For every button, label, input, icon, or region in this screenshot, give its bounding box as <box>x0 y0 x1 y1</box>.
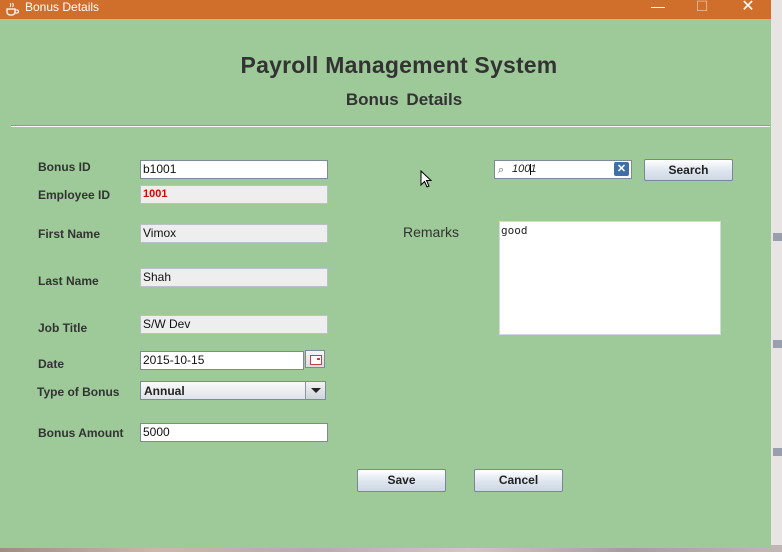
header-separator <box>11 126 770 127</box>
close-icon: ✕ <box>741 0 755 15</box>
clear-x-icon[interactable]: ✕ <box>614 162 629 176</box>
minimize-button[interactable]: — <box>644 0 672 16</box>
job-title-field: S/W Dev <box>140 315 328 334</box>
date-label: Date <box>38 357 65 371</box>
first-name-field: Vimox <box>140 224 328 243</box>
desktop-fragment <box>773 233 782 241</box>
save-button[interactable]: Save <box>357 469 446 492</box>
remarks-textarea[interactable]: good <box>499 221 721 335</box>
bonus-details-window: Bonus Details — ☐ ✕ Payroll Management S… <box>0 0 771 548</box>
search-button[interactable]: Search <box>644 159 733 181</box>
bonus-amount-input[interactable]: 5000 <box>140 423 328 442</box>
bonus-id-label: Bonus ID <box>38 160 91 174</box>
remarks-label: Remarks <box>403 224 460 240</box>
type-of-bonus-select[interactable]: Annual <box>140 381 326 400</box>
maximize-button[interactable]: ☐ <box>688 0 716 16</box>
desktop-fragment <box>773 340 782 348</box>
chevron-down-icon[interactable] <box>305 382 325 399</box>
first-name-label: First Name <box>38 227 101 241</box>
desktop-fragment <box>773 448 782 456</box>
date-picker-button[interactable] <box>305 350 325 368</box>
desktop-background-right <box>771 0 782 552</box>
type-of-bonus-label: Type of Bonus <box>37 385 120 399</box>
text-caret <box>530 164 531 175</box>
java-coffee-cup-icon <box>6 2 19 16</box>
window-title: Bonus Details <box>25 0 100 14</box>
window-titlebar[interactable]: Bonus Details — ☐ ✕ <box>0 0 771 19</box>
last-name-field: Shah <box>140 268 328 287</box>
last-name-label: Last Name <box>38 274 99 288</box>
job-title-label: Job Title <box>38 321 88 335</box>
close-button[interactable]: ✕ <box>734 0 762 16</box>
magnifier-icon: ⌕ <box>498 164 505 176</box>
employee-id-field: 1001 <box>140 185 328 204</box>
page-subtitle: Bonus Details <box>345 90 463 109</box>
maximize-icon: ☐ <box>695 0 709 14</box>
employee-id-label: Employee ID <box>38 188 111 202</box>
date-input[interactable]: 2015-10-15 <box>140 351 304 370</box>
minimize-icon: — <box>651 0 665 14</box>
page-title: Payroll Management System <box>240 52 558 78</box>
mouse-pointer-icon <box>420 170 432 188</box>
search-input-value[interactable]: 1001 <box>512 162 536 177</box>
bonus-id-input[interactable]: b1001 <box>140 160 328 179</box>
type-of-bonus-selected: Annual <box>144 384 185 398</box>
search-field[interactable]: ⌕ 1001 ✕ <box>494 160 632 179</box>
bonus-amount-label: Bonus Amount <box>38 426 124 440</box>
cancel-button[interactable]: Cancel <box>474 469 563 492</box>
calendar-icon <box>310 355 322 365</box>
